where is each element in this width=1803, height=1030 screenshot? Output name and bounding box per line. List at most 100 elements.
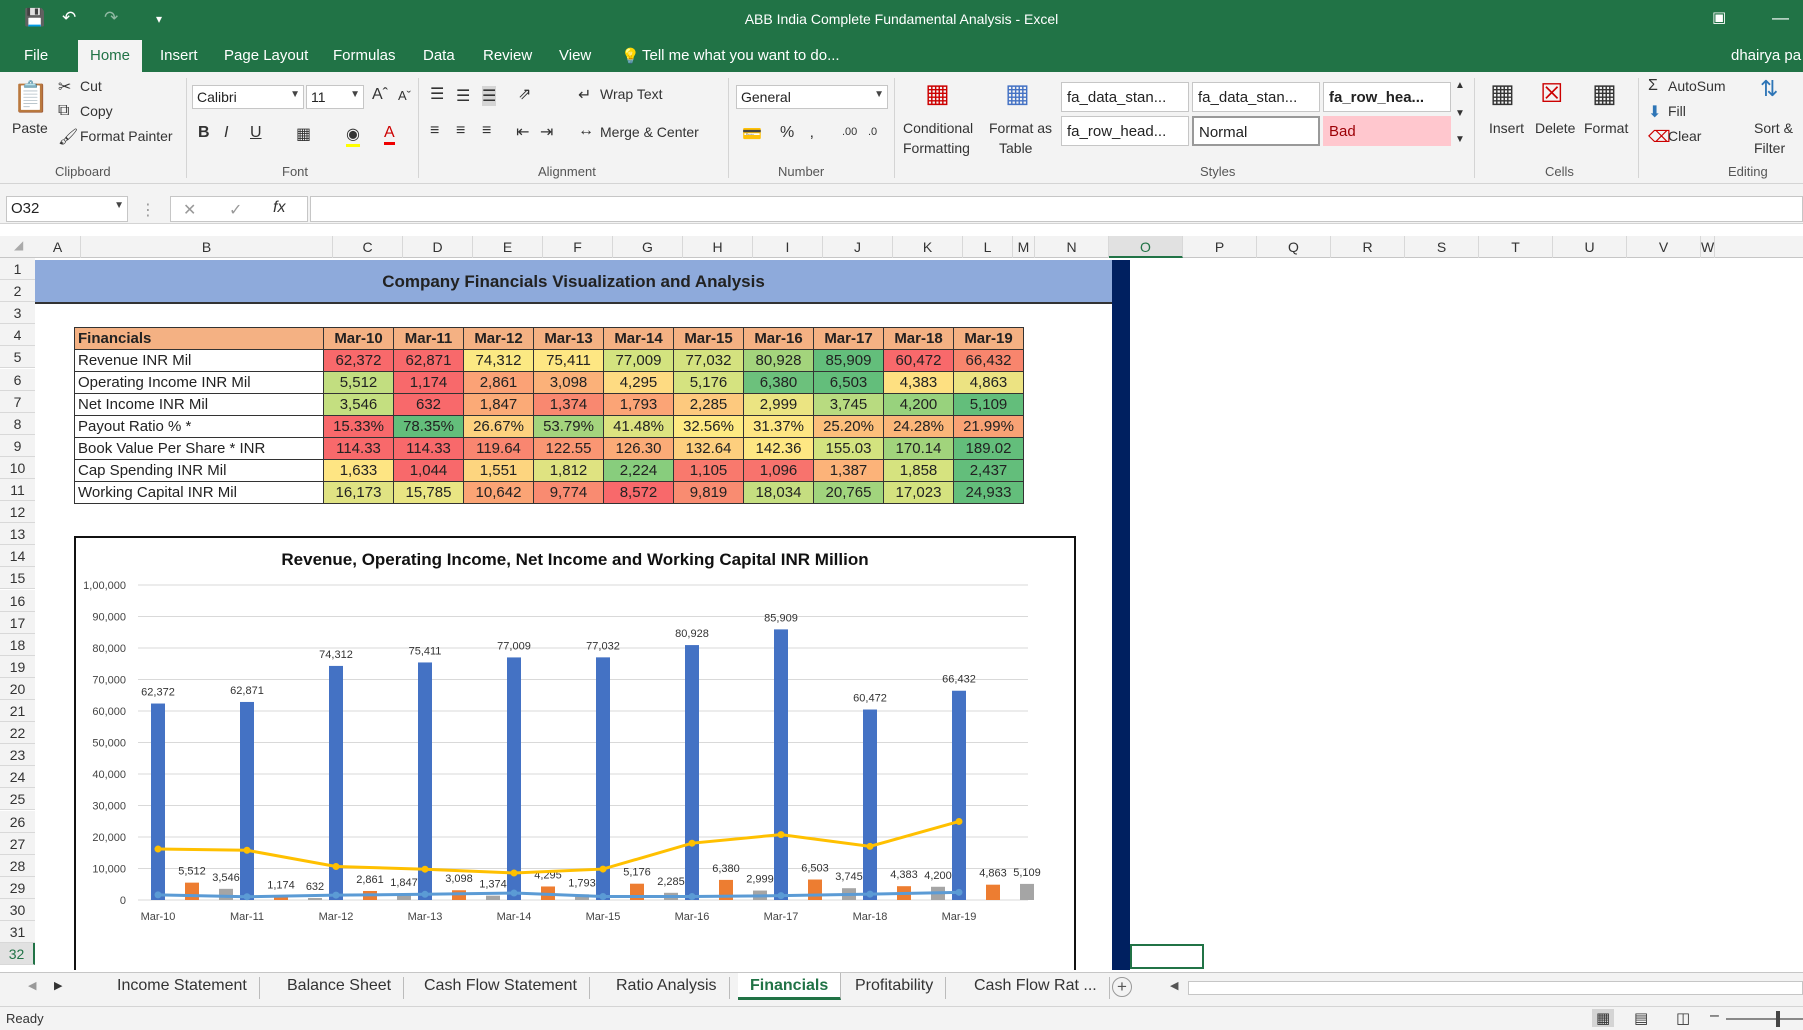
row-header-1[interactable]: 1 xyxy=(0,258,35,281)
row-header-3[interactable]: 3 xyxy=(0,302,35,325)
column-header-w[interactable]: W xyxy=(1701,236,1716,258)
active-cell[interactable] xyxy=(1130,944,1204,969)
table-cell[interactable]: 189.02 xyxy=(953,437,1024,460)
sheet-tab-cash-flow-ratios[interactable]: Cash Flow Rat ... xyxy=(962,977,1110,999)
row-header-19[interactable]: 19 xyxy=(0,655,35,678)
sheet-tab-cash-flow-statement[interactable]: Cash Flow Statement xyxy=(412,977,590,999)
row-label[interactable]: Working Capital INR Mil xyxy=(74,481,324,504)
financials-chart[interactable]: Revenue, Operating Income, Net Income an… xyxy=(74,536,1076,970)
table-header-label[interactable]: Financials xyxy=(74,327,324,350)
row-label[interactable]: Revenue INR Mil xyxy=(74,349,324,372)
styles-scroll-up-icon[interactable]: ▲ xyxy=(1455,80,1465,91)
table-header-year[interactable]: Mar-16 xyxy=(743,327,814,350)
column-header-m[interactable]: M xyxy=(1013,236,1035,258)
row-header-10[interactable]: 10 xyxy=(0,456,35,479)
table-cell[interactable]: 632 xyxy=(393,393,464,416)
table-cell[interactable]: 3,546 xyxy=(323,393,394,416)
insert-function-icon[interactable]: fx xyxy=(273,199,285,217)
sheet-tab-profitability[interactable]: Profitability xyxy=(843,977,947,999)
table-cell[interactable]: 15.33% xyxy=(323,415,394,438)
row-header-26[interactable]: 26 xyxy=(0,810,35,833)
table-cell[interactable]: 1,096 xyxy=(743,459,814,482)
wrap-text-button[interactable]: Wrap Text xyxy=(600,86,663,102)
table-cell[interactable]: 3,745 xyxy=(813,393,884,416)
row-header-2[interactable]: 2 xyxy=(0,280,35,303)
column-header-v[interactable]: V xyxy=(1627,236,1701,258)
table-cell[interactable]: 77,032 xyxy=(673,349,744,372)
delete-cells-icon[interactable]: ☒ xyxy=(1540,78,1563,109)
format-cells-icon[interactable]: ▦ xyxy=(1592,78,1617,109)
tab-home[interactable]: Home xyxy=(78,40,143,72)
row-header-30[interactable]: 30 xyxy=(0,898,35,921)
column-header-k[interactable]: K xyxy=(893,236,963,258)
table-header-year[interactable]: Mar-19 xyxy=(953,327,1024,350)
style-fa-data-standard-1[interactable]: fa_data_stan... xyxy=(1061,82,1189,112)
table-cell[interactable]: 4,200 xyxy=(883,393,954,416)
table-header-year[interactable]: Mar-13 xyxy=(533,327,604,350)
orientation-icon[interactable]: ⇗ xyxy=(518,84,531,104)
table-cell[interactable]: 1,044 xyxy=(393,459,464,482)
table-cell[interactable]: 74,312 xyxy=(463,349,534,372)
table-cell[interactable]: 18,034 xyxy=(743,481,814,504)
style-fa-row-header-2[interactable]: fa_row_head... xyxy=(1061,116,1189,146)
table-header-year[interactable]: Mar-12 xyxy=(463,327,534,350)
table-cell[interactable]: 155.03 xyxy=(813,437,884,460)
row-header-21[interactable]: 21 xyxy=(0,700,35,723)
paste-button[interactable]: Paste xyxy=(12,120,48,136)
normal-view-icon[interactable]: ▦ xyxy=(1592,1009,1615,1027)
select-all-icon[interactable]: ◢ xyxy=(14,238,23,252)
table-header-year[interactable]: Mar-14 xyxy=(603,327,674,350)
column-header-e[interactable]: E xyxy=(473,236,543,258)
table-cell[interactable]: 2,999 xyxy=(743,393,814,416)
row-header-20[interactable]: 20 xyxy=(0,677,35,700)
table-cell[interactable]: 16,173 xyxy=(323,481,394,504)
table-header-year[interactable]: Mar-18 xyxy=(883,327,954,350)
worksheet[interactable]: Company Financials Visualization and Ana… xyxy=(35,258,1803,970)
row-header-18[interactable]: 18 xyxy=(0,633,35,656)
table-cell[interactable]: 119.64 xyxy=(463,437,534,460)
column-header-f[interactable]: F xyxy=(543,236,613,258)
autosum-button[interactable]: AutoSum xyxy=(1668,78,1726,94)
sort-filter-icon[interactable]: ⇅ xyxy=(1760,76,1778,102)
tell-me-box[interactable]: Tell me what you want to do... xyxy=(642,47,840,64)
page-layout-view-icon[interactable]: ▤ xyxy=(1634,1009,1648,1027)
sheet-tab-balance-sheet[interactable]: Balance Sheet xyxy=(275,977,405,999)
format-button[interactable]: Format xyxy=(1584,120,1628,136)
row-header-28[interactable]: 28 xyxy=(0,854,35,877)
column-header-c[interactable]: C xyxy=(333,236,403,258)
merge-center-button[interactable]: Merge & Center xyxy=(600,124,699,140)
percent-icon[interactable]: % xyxy=(780,124,794,142)
column-header-q[interactable]: Q xyxy=(1257,236,1331,258)
column-header-d[interactable]: D xyxy=(403,236,473,258)
table-cell[interactable]: 5,109 xyxy=(953,393,1024,416)
add-sheet-icon[interactable]: + xyxy=(1112,977,1132,997)
bold-icon[interactable]: B xyxy=(198,124,210,142)
zoom-slider[interactable] xyxy=(1726,1018,1803,1020)
tab-data[interactable]: Data xyxy=(423,47,455,64)
table-cell[interactable]: 25.20% xyxy=(813,415,884,438)
table-cell[interactable]: 1,847 xyxy=(463,393,534,416)
fill-button[interactable]: Fill xyxy=(1668,103,1686,119)
zoom-slider-thumb[interactable] xyxy=(1776,1011,1780,1027)
table-cell[interactable]: 53.79% xyxy=(533,415,604,438)
decrease-indent-icon[interactable]: ⇤ xyxy=(516,122,529,142)
table-cell[interactable]: 24,933 xyxy=(953,481,1024,504)
table-cell[interactable]: 6,503 xyxy=(813,371,884,394)
row-header-32[interactable]: 32 xyxy=(0,943,35,966)
row-header-4[interactable]: 4 xyxy=(0,324,35,347)
column-header-l[interactable]: L xyxy=(963,236,1013,258)
table-cell[interactable]: 60,472 xyxy=(883,349,954,372)
underline-icon[interactable]: U xyxy=(250,124,262,142)
row-header-13[interactable]: 13 xyxy=(0,523,35,546)
table-cell[interactable]: 142.36 xyxy=(743,437,814,460)
row-header-9[interactable]: 9 xyxy=(0,434,35,457)
table-cell[interactable]: 5,512 xyxy=(323,371,394,394)
row-label[interactable]: Operating Income INR Mil xyxy=(74,371,324,394)
column-header-u[interactable]: U xyxy=(1553,236,1627,258)
tab-page-layout[interactable]: Page Layout xyxy=(224,47,308,64)
table-cell[interactable]: 5,176 xyxy=(673,371,744,394)
row-header-8[interactable]: 8 xyxy=(0,412,35,435)
format-as-table-button[interactable]: Format as xyxy=(989,120,1052,136)
row-header-7[interactable]: 7 xyxy=(0,390,35,413)
style-bad[interactable]: Bad xyxy=(1323,116,1451,146)
